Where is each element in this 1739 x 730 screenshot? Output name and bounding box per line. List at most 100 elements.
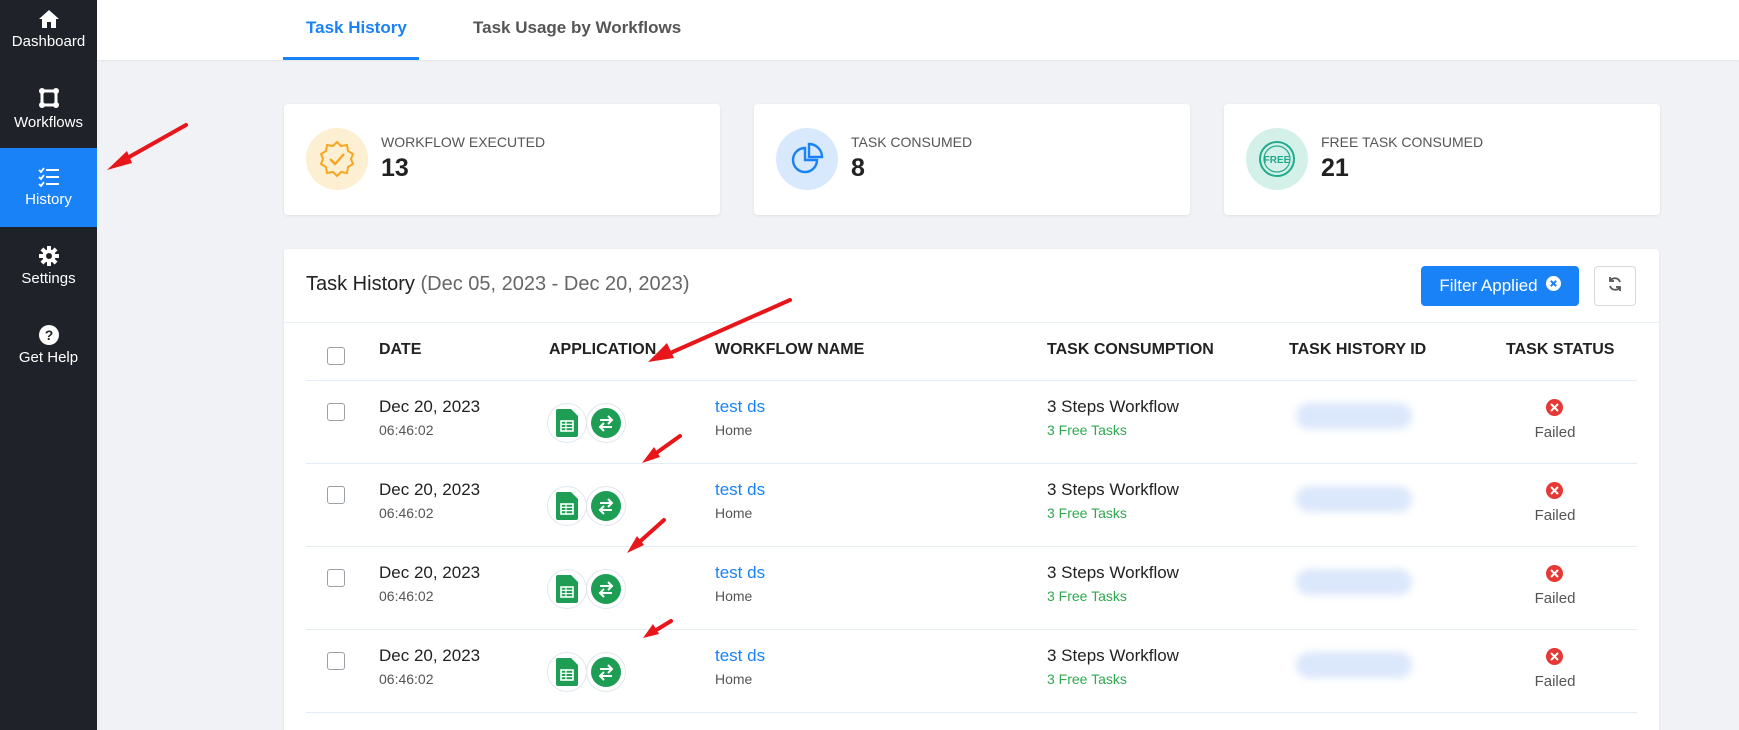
free-tasks-count: 3 Free Tasks: [1047, 588, 1127, 604]
home-icon: [38, 9, 60, 29]
task-history-id-redacted: [1296, 652, 1412, 678]
filter-button-label: Filter Applied: [1439, 276, 1538, 295]
data-transfer-icon: [586, 652, 626, 692]
stat-card-workflow-executed: WORKFLOW EXECUTED 13: [284, 104, 720, 215]
task-history-id-redacted: [1296, 569, 1412, 595]
divider: [306, 380, 1637, 381]
free-tasks-count: 3 Free Tasks: [1047, 671, 1127, 687]
free-badge-icon: FREE: [1246, 128, 1308, 190]
sidebar-item-label: Workflows: [14, 114, 83, 131]
help-icon: ?: [38, 325, 59, 345]
task-consumption: 3 Steps Workflow: [1047, 563, 1179, 582]
stat-value: 8: [851, 154, 865, 182]
free-tasks-count: 3 Free Tasks: [1047, 422, 1127, 438]
row-time: 06:46:02: [379, 588, 434, 604]
divider: [306, 712, 1637, 713]
free-tasks-count: 3 Free Tasks: [1047, 505, 1127, 521]
sidebar-item-label: History: [25, 191, 72, 208]
workflow-folder: Home: [715, 588, 753, 604]
panel-title: Task History (Dec 05, 2023 - Dec 20, 202…: [306, 273, 690, 296]
svg-text:?: ?: [44, 327, 53, 343]
sidebar-item-label: Settings: [21, 270, 76, 287]
tab-task-usage-by-workflows[interactable]: Task Usage by Workflows: [473, 18, 681, 38]
column-header-workflow-name[interactable]: WORKFLOW NAME: [715, 341, 864, 359]
workflow-name-link[interactable]: test ds: [715, 646, 765, 666]
refresh-button[interactable]: [1594, 266, 1636, 306]
data-transfer-icon: [586, 486, 626, 526]
row-checkbox[interactable]: [327, 486, 345, 504]
filter-applied-button[interactable]: Filter Applied: [1421, 266, 1579, 306]
sidebar: Dashboard Workflows History Settings ? G…: [0, 0, 97, 730]
gear-icon: [38, 246, 59, 266]
google-sheets-icon: [547, 486, 587, 526]
sidebar-item-settings[interactable]: Settings: [0, 227, 97, 306]
task-history-id-redacted: [1296, 403, 1412, 429]
stat-label: FREE TASK CONSUMED: [1321, 134, 1484, 150]
status-text: Failed: [1534, 673, 1576, 690]
column-header-task-history-id[interactable]: TASK HISTORY ID: [1289, 341, 1426, 359]
task-consumption: 3 Steps Workflow: [1047, 646, 1179, 665]
status-text: Failed: [1534, 507, 1576, 524]
sidebar-item-label: Dashboard: [11, 33, 86, 50]
row-date: Dec 20, 2023: [379, 563, 481, 582]
task-consumption: 3 Steps Workflow: [1047, 397, 1179, 416]
column-header-date[interactable]: DATE: [379, 341, 421, 359]
workflow-name-link[interactable]: test ds: [715, 480, 765, 500]
sidebar-item-history[interactable]: History: [0, 148, 97, 227]
sidebar-item-workflows[interactable]: Workflows: [0, 69, 97, 148]
active-tab-indicator: [283, 57, 419, 60]
divider: [306, 546, 1637, 547]
column-header-task-status[interactable]: TASK STATUS: [1506, 341, 1614, 359]
row-date: Dec 20, 2023: [379, 397, 481, 416]
stat-card-task-consumed: TASK CONSUMED 8: [754, 104, 1190, 215]
svg-text:FREE: FREE: [1264, 155, 1291, 166]
row-checkbox[interactable]: [327, 569, 345, 587]
refresh-icon: [1607, 276, 1623, 297]
row-date: Dec 20, 2023: [379, 646, 481, 665]
task-history-panel: Task History (Dec 05, 2023 - Dec 20, 202…: [284, 249, 1659, 730]
stat-value: 21: [1321, 154, 1349, 182]
select-all-checkbox[interactable]: [327, 347, 345, 365]
workflow-icon: [37, 86, 61, 110]
close-circle-icon[interactable]: [1545, 276, 1561, 296]
date-range: (Dec 05, 2023 - Dec 20, 2023): [420, 273, 690, 295]
row-checkbox[interactable]: [327, 652, 345, 670]
tab-task-history[interactable]: Task History: [306, 18, 407, 38]
divider: [306, 463, 1637, 464]
stat-value: 13: [381, 154, 409, 182]
top-tab-bar: Task History Task Usage by Workflows: [97, 0, 1739, 60]
divider: [306, 629, 1637, 630]
workflow-folder: Home: [715, 422, 753, 438]
history-list-icon: [37, 167, 60, 187]
pie-chart-icon: [776, 128, 838, 190]
failed-icon: [1546, 565, 1563, 582]
task-consumption: 3 Steps Workflow: [1047, 480, 1179, 499]
failed-icon: [1546, 399, 1563, 416]
workflow-name-link[interactable]: test ds: [715, 397, 765, 417]
task-history-id-redacted: [1296, 486, 1412, 512]
sidebar-item-label: Get Help: [18, 349, 79, 366]
sidebar-item-get-help[interactable]: ? Get Help: [0, 306, 97, 385]
stat-label: WORKFLOW EXECUTED: [381, 134, 546, 150]
data-transfer-icon: [586, 403, 626, 443]
row-checkbox[interactable]: [327, 403, 345, 421]
stat-card-free-task-consumed: FREE FREE TASK CONSUMED 21: [1224, 104, 1660, 215]
divider: [284, 322, 1659, 323]
data-transfer-icon: [586, 569, 626, 609]
sidebar-item-dashboard[interactable]: Dashboard: [0, 0, 97, 69]
google-sheets-icon: [547, 569, 587, 609]
row-time: 06:46:02: [379, 671, 434, 687]
failed-icon: [1546, 648, 1563, 665]
row-time: 06:46:02: [379, 422, 434, 438]
workflow-folder: Home: [715, 671, 753, 687]
column-header-task-consumption[interactable]: TASK CONSUMPTION: [1047, 341, 1214, 359]
workflow-folder: Home: [715, 505, 753, 521]
row-date: Dec 20, 2023: [379, 480, 481, 499]
google-sheets-icon: [547, 403, 587, 443]
google-sheets-icon: [547, 652, 587, 692]
workflow-name-link[interactable]: test ds: [715, 563, 765, 583]
row-time: 06:46:02: [379, 505, 434, 521]
status-text: Failed: [1534, 424, 1576, 441]
annotation-arrow: [107, 123, 188, 170]
column-header-application[interactable]: APPLICATION: [549, 341, 656, 359]
